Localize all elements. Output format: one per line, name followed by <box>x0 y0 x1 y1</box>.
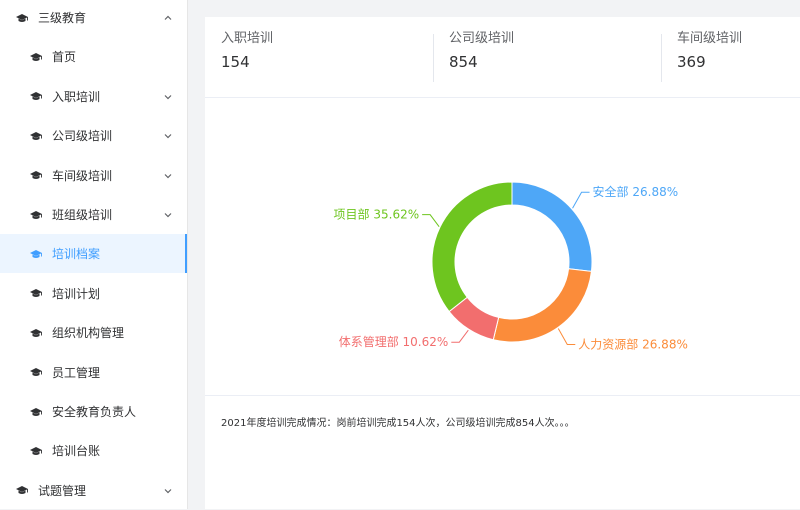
stat-divider <box>661 34 662 82</box>
chevron-down-icon <box>163 209 173 219</box>
sidebar-item-label: 三级教育 <box>38 11 87 25</box>
sidebar-item-5[interactable]: 班组级培训 <box>0 195 187 234</box>
sidebar-item-label: 车间级培训 <box>52 168 113 183</box>
sidebar-item-1[interactable]: 首页 <box>0 37 187 76</box>
sidebar-item-label: 首页 <box>52 50 77 65</box>
slice-label-人力资源部: 人力资源部 26.88% <box>578 336 688 351</box>
label-line-人力资源部 <box>557 328 576 345</box>
chevron-down-icon <box>163 485 173 495</box>
slice-label-项目部: 项目部 35.62% <box>334 207 420 222</box>
label-line-体系管理部 <box>451 329 469 343</box>
stat-company: 公司级培训 854 <box>449 31 514 81</box>
sidebar-item-label: 公司级培训 <box>52 129 113 144</box>
chevron-up-icon <box>163 12 173 22</box>
slice-label-体系管理部: 体系管理部 10.62% <box>339 334 449 349</box>
chevron-down-icon <box>163 91 173 101</box>
graduation-cap-icon <box>30 52 42 62</box>
donut-chart-svg: 安全部 26.88% 人力资源部 26.88% 体系管理部 10.62% 项目部 35… <box>334 181 688 351</box>
graduation-cap-icon <box>30 131 42 141</box>
graduation-cap-icon <box>30 288 42 298</box>
stat-workshop: 车间级培训 369 <box>677 31 742 81</box>
sidebar-item-12[interactable]: 试题管理 <box>0 471 187 510</box>
graduation-cap-icon <box>16 485 28 495</box>
sidebar-item-11[interactable]: 培训台账 <box>0 431 187 470</box>
sidebar-item-4[interactable]: 车间级培训 <box>0 156 187 195</box>
sidebar-item-label: 培训台账 <box>52 444 101 459</box>
stat-label: 车间级培训 <box>677 31 743 46</box>
sidebar-item-7[interactable]: 培训计划 <box>0 274 187 313</box>
slice-label-安全部: 安全部 26.88% <box>593 184 679 199</box>
sidebar-item-8[interactable]: 组织机构管理 <box>0 313 187 352</box>
stat-value: 854 <box>449 53 478 71</box>
sidebar-item-label: 组织机构管理 <box>52 326 125 341</box>
sidebar-item-label: 培训档案 <box>52 247 101 262</box>
donut-slice-人力资源部[interactable] <box>492 268 592 343</box>
sidebar: 三级教育首页入职培训公司级培训车间级培训班组级培训培训档案培训计划组织机构管理员… <box>0 0 188 509</box>
stat-onboarding: 入职培训 154 <box>221 31 273 81</box>
graduation-cap-icon <box>30 328 42 338</box>
stat-divider <box>433 34 434 82</box>
donut-slice-项目部[interactable] <box>431 181 513 313</box>
summary-text: 2021年度培训完成情况：岗前培训完成154人次，公司级培训完成854人次。。。 <box>221 418 575 429</box>
sidebar-item-6[interactable]: 培训档案 <box>0 234 187 274</box>
graduation-cap-icon <box>16 13 28 23</box>
graduation-cap-icon <box>30 407 42 417</box>
stat-label: 公司级培训 <box>449 31 515 46</box>
stat-value: 369 <box>677 53 706 71</box>
label-line-项目部 <box>422 214 440 227</box>
graduation-cap-icon <box>30 170 42 180</box>
sidebar-item-label: 班组级培训 <box>52 208 113 222</box>
chevron-down-icon <box>163 130 173 140</box>
sidebar-item-label: 安全教育负责人 <box>52 405 137 419</box>
sidebar-item-3[interactable]: 公司级培训 <box>0 116 187 155</box>
label-line-安全部 <box>572 191 590 209</box>
graduation-cap-icon <box>30 91 42 101</box>
stat-value: 154 <box>221 53 250 71</box>
sidebar-item-label: 入职培训 <box>52 89 101 104</box>
sidebar-item-2[interactable]: 入职培训 <box>0 77 187 116</box>
chevron-down-icon <box>163 170 173 180</box>
stat-label: 入职培训 <box>221 31 274 46</box>
donut-chart: 安全部 26.88% 人力资源部 26.88% 体系管理部 10.62% 项目部 35… <box>205 98 800 396</box>
sidebar-item-label: 培训计划 <box>52 286 101 301</box>
sidebar-item-0[interactable]: 三级教育 <box>0 0 187 37</box>
sidebar-item-9[interactable]: 员工管理 <box>0 353 187 392</box>
graduation-cap-icon <box>30 210 42 220</box>
graduation-cap-icon <box>30 446 42 456</box>
graduation-cap-icon <box>30 249 42 259</box>
sidebar-item-label: 试题管理 <box>38 483 87 498</box>
stats-row: 入职培训 154 公司级培训 854 车间级培训 369 <box>205 17 800 98</box>
graduation-cap-icon <box>30 367 42 377</box>
sidebar-item-label: 员工管理 <box>52 365 101 380</box>
main-content: 入职培训 154 公司级培训 854 车间级培训 369 安全部 26.88% 人… <box>205 17 800 509</box>
sidebar-item-10[interactable]: 安全教育负责人 <box>0 392 187 431</box>
